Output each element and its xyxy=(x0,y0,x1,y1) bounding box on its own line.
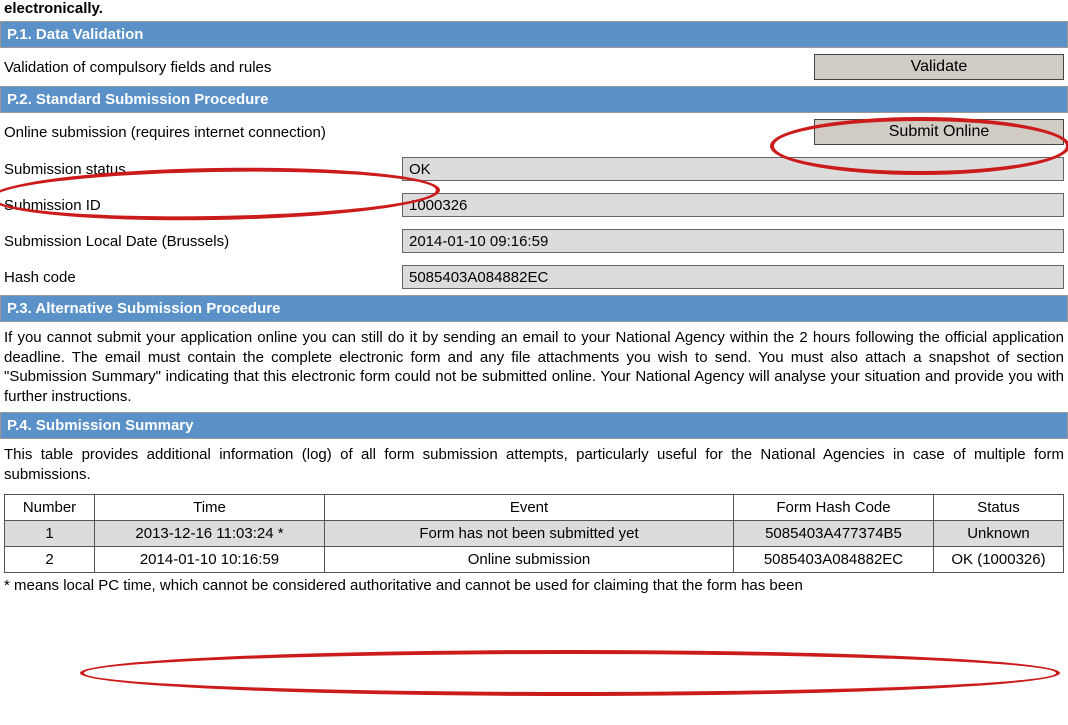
submit-online-label: Online submission (requires internet con… xyxy=(4,124,404,141)
cell-status: OK (1000326) xyxy=(934,547,1064,573)
cell-hash: 5085403A477374B5 xyxy=(734,521,934,547)
hash-code-label: Hash code xyxy=(4,269,394,286)
cell-hash: 5085403A084882EC xyxy=(734,547,934,573)
validate-button[interactable]: Validate xyxy=(814,54,1064,80)
submission-status-value: OK xyxy=(402,157,1064,181)
hash-code-value: 5085403A084882EC xyxy=(402,265,1064,289)
submit-online-button[interactable]: Submit Online xyxy=(814,119,1064,145)
col-hash: Form Hash Code xyxy=(734,495,934,521)
table-header-row: Number Time Event Form Hash Code Status xyxy=(5,495,1064,521)
cell-time: 2014-01-10 10:16:59 xyxy=(95,547,325,573)
submission-summary-intro: This table provides additional informati… xyxy=(0,439,1068,490)
footnote-text: * means local PC time, which cannot be c… xyxy=(0,573,1068,594)
cell-event: Online submission xyxy=(325,547,734,573)
submission-date-label: Submission Local Date (Brussels) xyxy=(4,233,394,250)
submission-id-value: 1000326 xyxy=(402,193,1064,217)
section-header-p2: P.2. Standard Submission Procedure xyxy=(0,86,1068,113)
cell-number: 2 xyxy=(5,547,95,573)
col-number: Number xyxy=(5,495,95,521)
submission-summary-table: Number Time Event Form Hash Code Status … xyxy=(4,494,1064,573)
cell-number: 1 xyxy=(5,521,95,547)
annotation-ellipse xyxy=(80,650,1060,696)
section-header-p4: P.4. Submission Summary xyxy=(0,412,1068,439)
alternative-procedure-text: If you cannot submit your application on… xyxy=(0,322,1068,412)
table-row: 2 2014-01-10 10:16:59 Online submission … xyxy=(5,547,1064,573)
submission-id-label: Submission ID xyxy=(4,197,394,214)
table-row: 1 2013-12-16 11:03:24 * Form has not bee… xyxy=(5,521,1064,547)
cell-status: Unknown xyxy=(934,521,1064,547)
col-event: Event xyxy=(325,495,734,521)
top-text-fragment: electronically. xyxy=(0,0,1068,21)
cell-event: Form has not been submitted yet xyxy=(325,521,734,547)
col-status: Status xyxy=(934,495,1064,521)
validate-label: Validation of compulsory fields and rule… xyxy=(4,59,404,76)
submission-status-label: Submission status xyxy=(4,161,394,178)
section-header-p1: P.1. Data Validation xyxy=(0,21,1068,48)
section-header-p3: P.3. Alternative Submission Procedure xyxy=(0,295,1068,322)
col-time: Time xyxy=(95,495,325,521)
cell-time: 2013-12-16 11:03:24 * xyxy=(95,521,325,547)
submission-date-value: 2014-01-10 09:16:59 xyxy=(402,229,1064,253)
